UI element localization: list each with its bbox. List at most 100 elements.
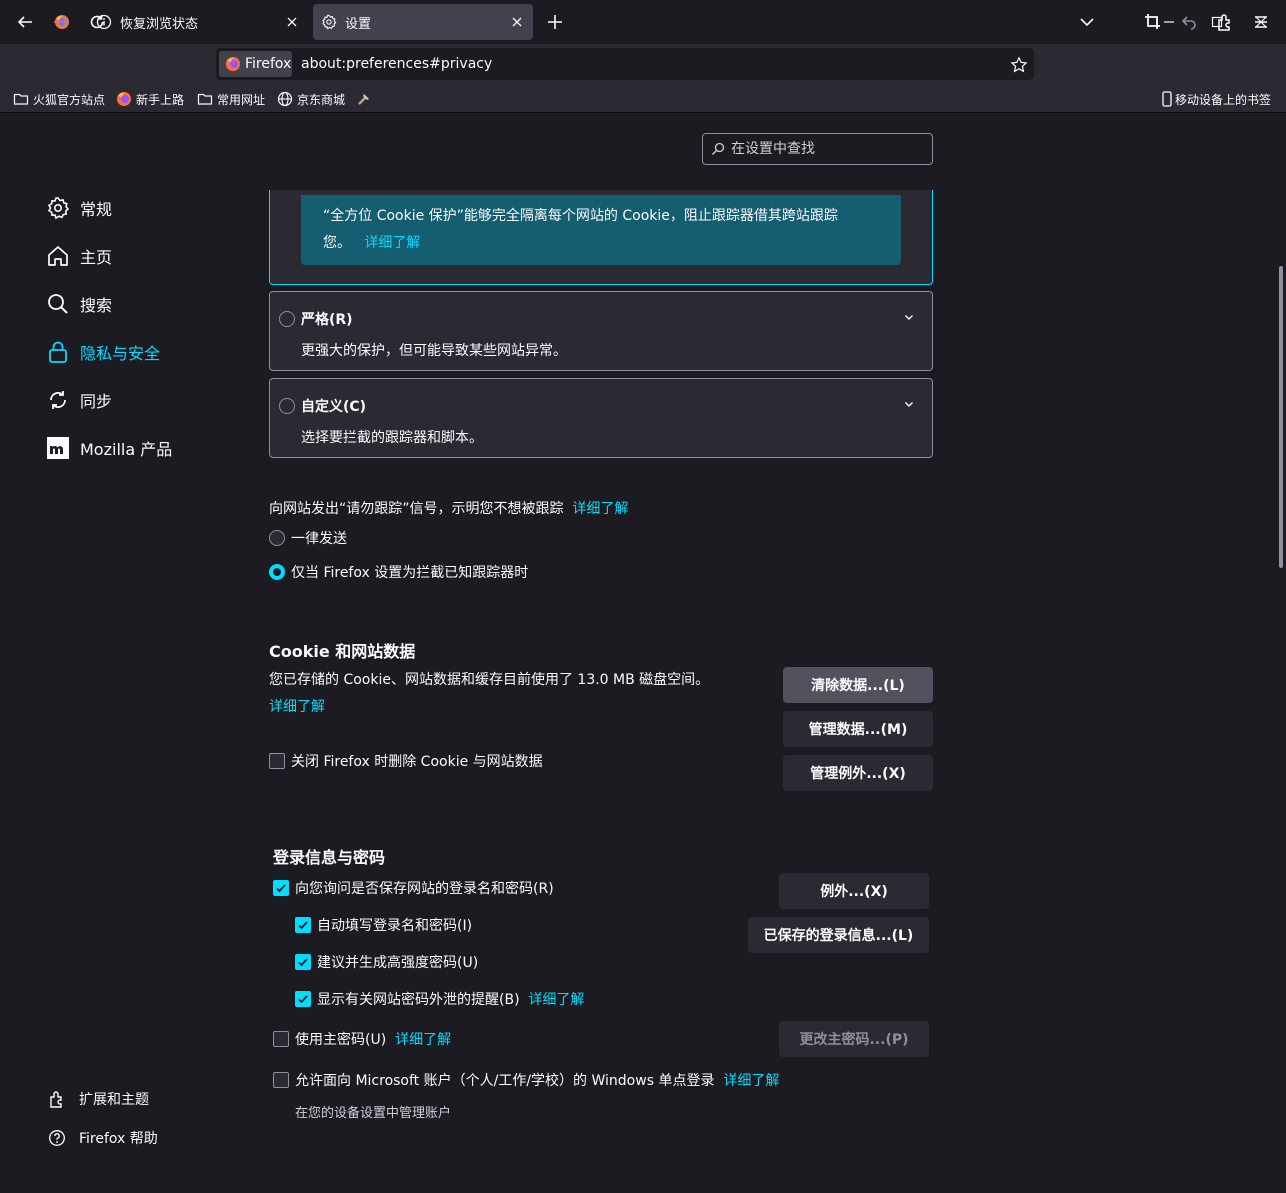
sidebar-footer-addons[interactable]: 扩展和主题 bbox=[48, 1087, 149, 1111]
forward-icon[interactable] bbox=[47, 8, 75, 36]
extensions-icon[interactable] bbox=[1211, 8, 1239, 36]
folder-icon bbox=[197, 91, 213, 107]
puzzle-icon bbox=[48, 1090, 66, 1108]
breach-learn-more-link[interactable]: 详细了解 bbox=[528, 992, 584, 1008]
dnt-always-label[interactable]: 一律发送 bbox=[291, 528, 347, 548]
home-icon bbox=[46, 244, 70, 268]
logins-heading: 登录信息与密码 bbox=[273, 848, 386, 867]
chevron-down-icon[interactable] bbox=[900, 308, 918, 326]
clear-data-button[interactable]: 清除数据...(L) bbox=[783, 667, 933, 703]
custom-radio[interactable] bbox=[279, 398, 295, 414]
primary-password-checkbox[interactable] bbox=[273, 1031, 289, 1047]
bookmark-label: 京东商城 bbox=[297, 92, 346, 107]
strict-radio[interactable] bbox=[279, 311, 295, 327]
windows-sso-learn-more-link[interactable]: 详细了解 bbox=[723, 1073, 779, 1089]
globe-icon bbox=[277, 91, 293, 107]
hammer-icon[interactable] bbox=[356, 89, 372, 109]
learn-more-link[interactable]: 详细了解 bbox=[364, 235, 420, 251]
firefox-icon bbox=[116, 91, 132, 107]
lock-icon bbox=[46, 340, 70, 364]
search-icon bbox=[46, 292, 70, 316]
tab-settings[interactable]: 设置 bbox=[313, 4, 533, 40]
checkmark-icon bbox=[298, 995, 308, 1004]
protection-card-strict[interactable]: 严格(R) 更强大的保护，但可能导致某些网站异常。 bbox=[269, 291, 933, 371]
folder-icon bbox=[13, 91, 29, 107]
total-cookie-protection-text: “全方位 Cookie 保护”能够完全隔离每个网站的 Cookie，阻止跟踪器借… bbox=[323, 208, 838, 251]
checkmark-icon bbox=[276, 884, 286, 893]
delete-on-close-label[interactable]: 关闭 Firefox 时删除 Cookie 与网站数据 bbox=[291, 751, 543, 771]
primary-password-label[interactable]: 使用主密码(U) 详细了解 bbox=[295, 1029, 451, 1049]
bookmark-item[interactable]: 常用网址 bbox=[197, 89, 265, 109]
settings-search[interactable] bbox=[702, 133, 933, 165]
cookies-heading: Cookie 和网站数据 bbox=[269, 642, 416, 661]
bookmark-label: 火狐官方站点 bbox=[33, 92, 106, 107]
screenshot-icon[interactable] bbox=[1139, 8, 1167, 36]
saved-logins-button[interactable]: 已保存的登录信息...(L) bbox=[748, 917, 929, 953]
bookmark-item[interactable]: 京东商城 bbox=[277, 89, 345, 109]
phone-icon bbox=[1161, 91, 1173, 107]
tab-title: 设置 bbox=[345, 16, 372, 32]
undo-icon[interactable] bbox=[1175, 8, 1203, 36]
search-icon bbox=[711, 142, 725, 156]
dnt-default-radio[interactable] bbox=[269, 564, 285, 580]
sidebar-item-home[interactable]: 主页 bbox=[46, 236, 112, 276]
chevron-down-icon[interactable] bbox=[900, 395, 918, 413]
sidebar-item-privacy[interactable]: 隐私与安全 bbox=[46, 332, 160, 372]
dnt-default-label[interactable]: 仅当 Firefox 设置为拦截已知跟踪器时 bbox=[291, 562, 528, 582]
reload-icon[interactable] bbox=[83, 8, 111, 36]
strict-title: 严格(R) bbox=[301, 312, 353, 328]
protection-card-custom[interactable]: 自定义(C) 选择要拦截的跟踪器和脚本。 bbox=[269, 378, 933, 458]
sidebar-item-mozilla[interactable]: Mozilla 产品 bbox=[46, 428, 172, 468]
mozilla-icon bbox=[46, 436, 70, 460]
tab-restore-session[interactable]: 恢复浏览状态 bbox=[88, 4, 308, 40]
search-input[interactable] bbox=[729, 140, 923, 158]
scrollbar-thumb[interactable] bbox=[1279, 266, 1283, 568]
suggest-password-label[interactable]: 建议并生成高强度密码(U) bbox=[317, 952, 478, 972]
url-text[interactable]: about:preferences#privacy bbox=[301, 56, 492, 72]
sidebar-item-search[interactable]: 搜索 bbox=[46, 284, 112, 324]
windows-sso-checkbox[interactable] bbox=[273, 1072, 289, 1088]
ask-save-label[interactable]: 向您询问是否保存网站的登录名和密码(R) bbox=[295, 878, 554, 898]
change-primary-password-button[interactable]: 更改主密码...(P) bbox=[779, 1021, 929, 1057]
cookies-learn-more-link[interactable]: 详细了解 bbox=[269, 696, 325, 716]
close-tab-icon[interactable] bbox=[505, 10, 529, 34]
manage-data-button[interactable]: 管理数据...(M) bbox=[783, 711, 933, 747]
autofill-label[interactable]: 自动填写登录名和密码(I) bbox=[317, 915, 472, 935]
ask-save-checkbox[interactable] bbox=[273, 880, 289, 896]
dnt-description: 向网站发出“请勿跟踪”信号，示明您不想被跟踪 详细了解 bbox=[269, 501, 629, 517]
bookmarks-bar bbox=[0, 84, 1286, 113]
windows-sso-label[interactable]: 允许面向 Microsoft 账户（个人/工作/学校）的 Windows 单点登… bbox=[295, 1070, 779, 1090]
menu-icon[interactable] bbox=[1247, 8, 1275, 36]
chevron-down-icon[interactable] bbox=[1075, 10, 1099, 34]
breach-alerts-label[interactable]: 显示有关网站密码外泄的提醒(B) 详细了解 bbox=[317, 989, 584, 1009]
manage-exceptions-button[interactable]: 管理例外...(X) bbox=[783, 755, 933, 791]
close-tab-icon[interactable] bbox=[280, 10, 304, 34]
bookmark-item[interactable]: 新手上路 bbox=[116, 89, 184, 109]
bookmark-star-icon[interactable] bbox=[1007, 53, 1031, 77]
sidebar-item-label: Mozilla 产品 bbox=[80, 440, 173, 459]
bookmark-label: 新手上路 bbox=[136, 92, 185, 107]
suggest-password-checkbox[interactable] bbox=[295, 954, 311, 970]
dnt-always-radio[interactable] bbox=[269, 530, 285, 546]
autofill-checkbox[interactable] bbox=[295, 917, 311, 933]
bookmark-item[interactable]: 火狐官方站点 bbox=[13, 89, 105, 109]
delete-on-close-checkbox[interactable] bbox=[269, 753, 285, 769]
footer-label: Firefox 帮助 bbox=[79, 1131, 158, 1147]
dnt-learn-more-link[interactable]: 详细了解 bbox=[572, 501, 628, 517]
gear-icon bbox=[321, 14, 337, 30]
sidebar-item-label: 主页 bbox=[80, 248, 113, 267]
sidebar-footer-help[interactable]: Firefox 帮助 bbox=[48, 1126, 158, 1150]
mobile-bookmarks[interactable]: 移动设备上的书签 bbox=[1161, 89, 1271, 109]
gear-icon bbox=[46, 196, 70, 220]
sync-icon bbox=[46, 388, 70, 412]
help-icon bbox=[48, 1129, 66, 1147]
new-tab-icon[interactable] bbox=[543, 10, 567, 34]
identity-box[interactable]: Firefox bbox=[219, 51, 292, 77]
sidebar-item-label: 搜索 bbox=[80, 296, 113, 315]
breach-alerts-checkbox[interactable] bbox=[295, 991, 311, 1007]
sidebar-item-general[interactable]: 常规 bbox=[46, 188, 112, 228]
login-exceptions-button[interactable]: 例外...(X) bbox=[779, 873, 929, 909]
sidebar-item-sync[interactable]: 同步 bbox=[46, 380, 112, 420]
primary-password-learn-more-link[interactable]: 详细了解 bbox=[395, 1032, 451, 1048]
back-icon[interactable] bbox=[11, 8, 39, 36]
